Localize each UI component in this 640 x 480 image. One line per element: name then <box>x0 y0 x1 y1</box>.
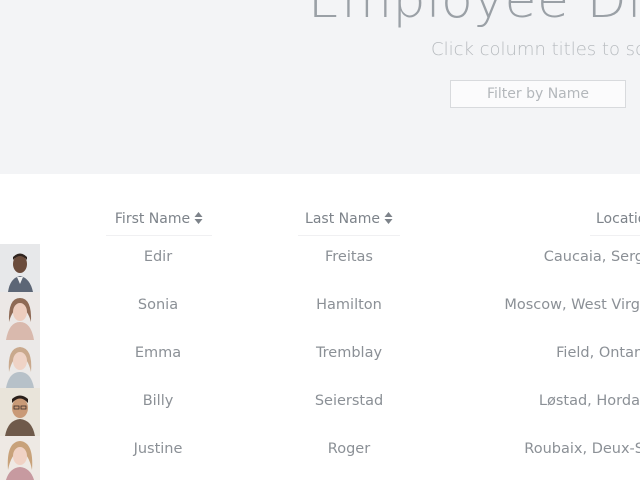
column-header-last-name[interactable]: Last Name <box>298 205 400 236</box>
cell-first-name: Justine <box>133 441 183 457</box>
cell-first-name: Emma <box>134 345 182 361</box>
cell-first-name: Edir <box>143 249 173 265</box>
cell-first-name: Sonia <box>137 297 179 313</box>
table-row[interactable]: Emma Tremblay Field, Ontari <box>0 340 640 388</box>
table-row[interactable]: Sonia Hamilton Moscow, West Virgi <box>0 292 640 340</box>
cell-last-name: Roger <box>327 441 371 457</box>
table-row[interactable]: Edir Freitas Caucaia, Serg <box>0 244 640 292</box>
filter-by-name-input[interactable] <box>450 80 626 108</box>
column-header-first-name[interactable]: First Name <box>106 205 212 236</box>
page-subtitle: Click column titles to sort <box>431 39 640 60</box>
column-header-first-name-label: First Name <box>114 211 191 227</box>
cell-location: Roubaix, Deux-S <box>524 441 640 457</box>
cell-location: Løstad, Hordal <box>538 393 640 409</box>
cell-location: Caucaia, Serg <box>543 249 640 265</box>
table-row[interactable]: Billy Seierstad Løstad, Hordal <box>0 388 640 436</box>
page-title: Employee Dire <box>308 0 640 30</box>
column-header-last-name-label: Last Name <box>305 211 380 227</box>
cell-last-name: Tremblay <box>315 345 383 361</box>
cell-first-name: Billy <box>142 393 174 409</box>
cell-last-name: Seierstad <box>314 393 384 409</box>
avatar <box>0 340 40 388</box>
cell-last-name: Hamilton <box>316 297 382 313</box>
column-header-location[interactable]: Locatio <box>590 205 640 236</box>
column-header-location-label: Locatio <box>596 211 640 227</box>
cell-location: Field, Ontari <box>556 345 640 361</box>
avatar <box>0 388 40 436</box>
avatar <box>0 436 40 480</box>
employee-directory-page: Employee Dire Click column titles to sor… <box>0 0 640 480</box>
cell-last-name: Freitas <box>324 249 373 265</box>
sort-icon <box>384 211 393 225</box>
sort-icon <box>194 211 203 225</box>
cell-location: Moscow, West Virgi <box>504 297 640 313</box>
header-section: Employee Dire Click column titles to sor… <box>0 0 640 174</box>
avatar <box>0 292 40 340</box>
table-row[interactable]: Justine Roger Roubaix, Deux-S <box>0 436 640 480</box>
avatar <box>0 244 40 292</box>
